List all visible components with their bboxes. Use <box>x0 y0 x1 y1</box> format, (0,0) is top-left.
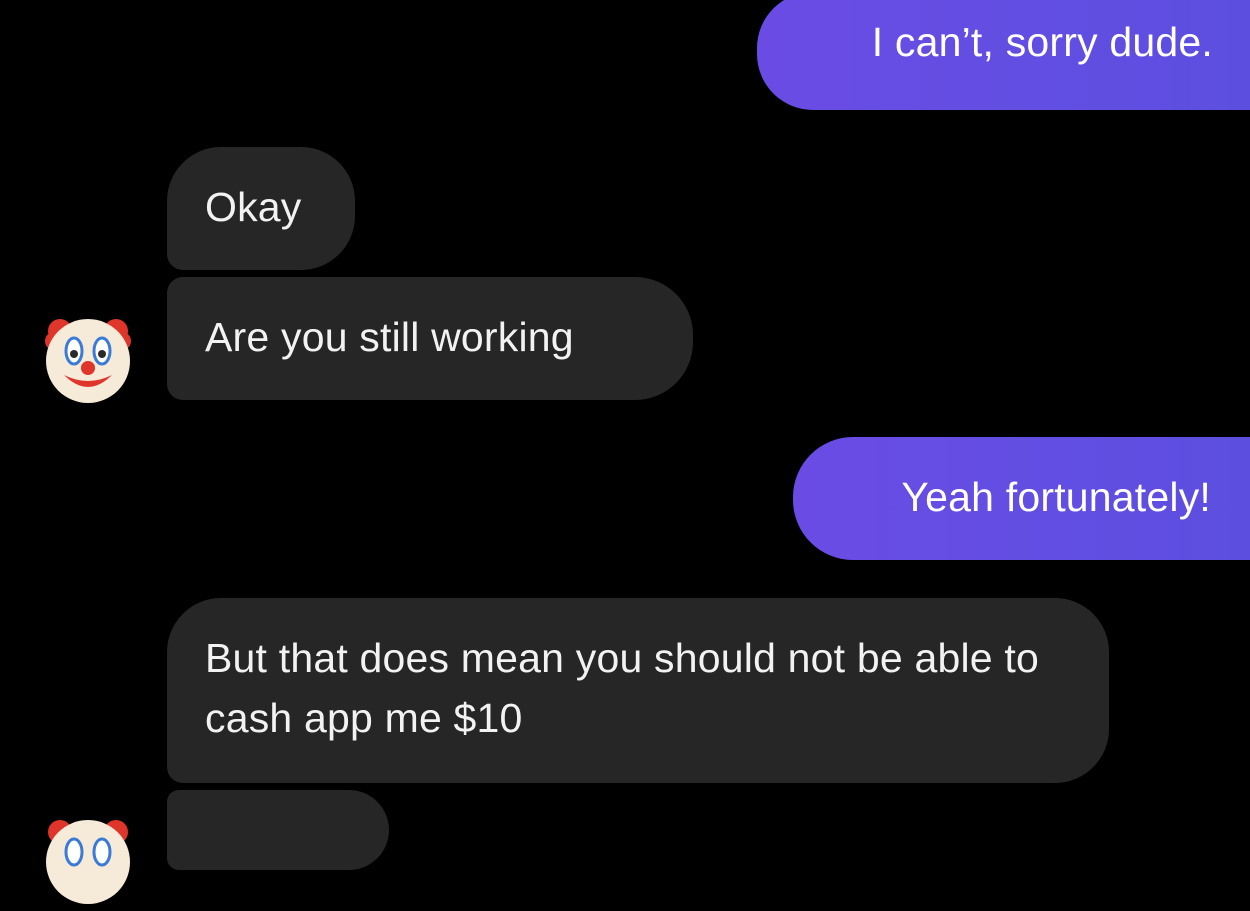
message-text: Okay <box>205 184 302 230</box>
message-text: I can’t, sorry dude. <box>871 19 1213 65</box>
clown-face-icon[interactable] <box>42 814 134 906</box>
message-text: But that does mean you should not be abl… <box>205 635 1039 741</box>
incoming-message[interactable] <box>167 790 389 870</box>
incoming-message[interactable]: Are you still working <box>167 277 693 400</box>
clown-face-icon[interactable] <box>42 313 134 405</box>
message-text: Yeah fortunately! <box>901 474 1211 520</box>
incoming-message[interactable]: But that does mean you should not be abl… <box>167 598 1109 783</box>
incoming-message[interactable]: Okay <box>167 147 355 270</box>
outgoing-message[interactable]: Yeah fortunately! <box>793 437 1250 560</box>
outgoing-message[interactable]: I can’t, sorry dude. <box>757 0 1250 110</box>
message-text: Are you still working <box>205 314 574 360</box>
message-thread: I can’t, sorry dude. Okay Are you still … <box>0 0 1250 904</box>
